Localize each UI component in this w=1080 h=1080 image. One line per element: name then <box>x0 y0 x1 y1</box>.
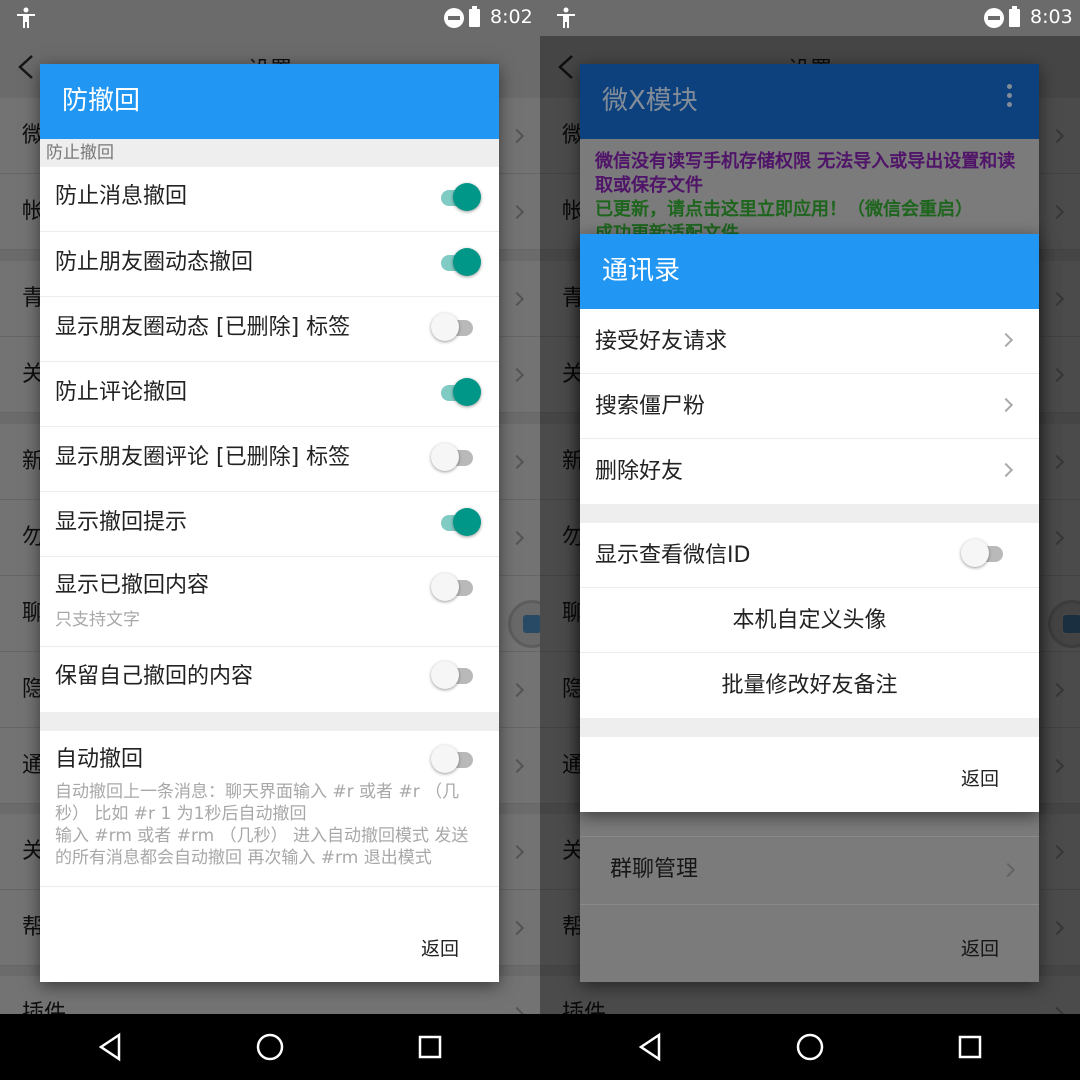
divider <box>40 712 499 731</box>
left-screen: 8:02 设置 微 帐 青 关 新 勿 聊 隐 通 关 帮 插件 防撤回 防止撤… <box>0 0 540 1014</box>
back-nav-icon[interactable] <box>635 1032 665 1062</box>
home-nav-icon[interactable] <box>795 1032 825 1062</box>
clock: 8:02 <box>490 6 533 28</box>
toggle-switch[interactable] <box>431 741 481 781</box>
chevron-right-icon <box>998 397 1014 413</box>
battery-icon <box>1009 6 1020 27</box>
toggle-switch[interactable] <box>437 504 481 544</box>
divider <box>580 504 1039 523</box>
pref-show-recalled-content[interactable]: 显示已撤回内容 只支持文字 <box>40 557 499 647</box>
toggle-switch[interactable] <box>437 179 481 219</box>
search-zombie-fans-row[interactable]: 搜索僵尸粉 <box>580 374 1039 439</box>
pref-title: 显示朋友圈评论 [已删除] 标签 <box>55 445 351 470</box>
toggle-switch[interactable] <box>437 374 481 414</box>
right-screen: 8:03 设置 微 帐 青 关 新 勿 聊 隐 通 关 帮 插件 微X模块 微信… <box>540 0 1080 1014</box>
toggle-switch[interactable] <box>431 439 481 479</box>
pref-show-recall-hint[interactable]: 显示撤回提示 <box>40 492 499 557</box>
toggle-switch[interactable] <box>431 309 481 349</box>
back-button[interactable]: 返回 <box>421 934 459 961</box>
dialog-title: 防撤回 <box>40 64 499 139</box>
anti-recall-dialog: 防撤回 防止撤回 防止消息撤回 防止朋友圈动态撤回 显示朋友圈动态 [已删除] … <box>40 64 499 982</box>
batch-remark-button[interactable]: 批量修改好友备注 <box>580 653 1039 718</box>
delete-friend-row[interactable]: 删除好友 <box>580 439 1039 504</box>
contacts-dialog: 通讯录 接受好友请求 搜索僵尸粉 删除好友 显示查看微信ID 本机自定义头像 批… <box>580 234 1039 812</box>
toggle-switch[interactable] <box>431 569 481 609</box>
accessibility-icon <box>17 7 35 28</box>
do-not-disturb-icon <box>444 8 464 28</box>
accessibility-icon <box>557 7 575 28</box>
pref-summary: 自动撤回上一条消息：聊天界面输入 #r 或者 #r （几秒） 比如 #r 1 为… <box>55 782 469 868</box>
pref-summary: 只支持文字 <box>55 610 140 630</box>
pref-title: 保留自己撤回的内容 <box>55 664 254 689</box>
preference-list[interactable]: 防止撤回 防止消息撤回 防止朋友圈动态撤回 显示朋友圈动态 [已删除] 标签 防… <box>40 139 499 899</box>
pref-prevent-comment-recall[interactable]: 防止评论撤回 <box>40 362 499 427</box>
recents-nav-icon[interactable] <box>955 1032 985 1062</box>
home-nav-icon[interactable] <box>255 1032 285 1062</box>
pref-title: 防止朋友圈动态撤回 <box>55 250 254 275</box>
pref-title: 防止评论撤回 <box>55 380 188 405</box>
divider <box>580 718 1039 737</box>
pref-title: 显示撤回提示 <box>55 510 188 535</box>
toggle-switch[interactable] <box>431 657 481 697</box>
pref-auto-recall[interactable]: 自动撤回 自动撤回上一条消息：聊天界面输入 #r 或者 #r （几秒） 比如 #… <box>40 731 499 887</box>
show-wxid-row[interactable]: 显示查看微信ID <box>580 523 1039 588</box>
status-bar: 8:02 <box>0 0 540 36</box>
navigation-bar <box>0 1014 1080 1080</box>
pref-prevent-moments-recall[interactable]: 防止朋友圈动态撤回 <box>40 232 499 297</box>
toggle-switch[interactable] <box>961 535 1011 575</box>
pref-title: 自动撤回 <box>55 747 144 772</box>
pref-show-comment-deleted-tag[interactable]: 显示朋友圈评论 [已删除] 标签 <box>40 427 499 492</box>
clock: 8:03 <box>1030 6 1073 28</box>
back-nav-icon[interactable] <box>95 1032 125 1062</box>
recents-nav-icon[interactable] <box>415 1032 445 1062</box>
custom-avatar-button[interactable]: 本机自定义头像 <box>580 588 1039 653</box>
dialog-title: 通讯录 <box>580 234 1039 309</box>
pref-prevent-msg-recall[interactable]: 防止消息撤回 <box>40 167 499 232</box>
pref-title: 显示朋友圈动态 [已删除] 标签 <box>55 315 351 340</box>
chevron-right-icon <box>998 462 1014 478</box>
pref-title: 显示已撤回内容 <box>55 573 210 598</box>
back-button[interactable]: 返回 <box>961 764 999 791</box>
pref-show-moments-deleted-tag[interactable]: 显示朋友圈动态 [已删除] 标签 <box>40 297 499 362</box>
section-header: 防止撤回 <box>40 139 499 167</box>
toggle-switch[interactable] <box>437 244 481 284</box>
pref-keep-own-recalled[interactable]: 保留自己撤回的内容 <box>40 647 499 712</box>
status-bar: 8:03 <box>540 0 1080 36</box>
pref-title: 防止消息撤回 <box>55 184 188 209</box>
chevron-right-icon <box>998 332 1014 348</box>
accept-friend-requests-row[interactable]: 接受好友请求 <box>580 309 1039 374</box>
battery-icon <box>469 6 480 27</box>
do-not-disturb-icon <box>984 8 1004 28</box>
